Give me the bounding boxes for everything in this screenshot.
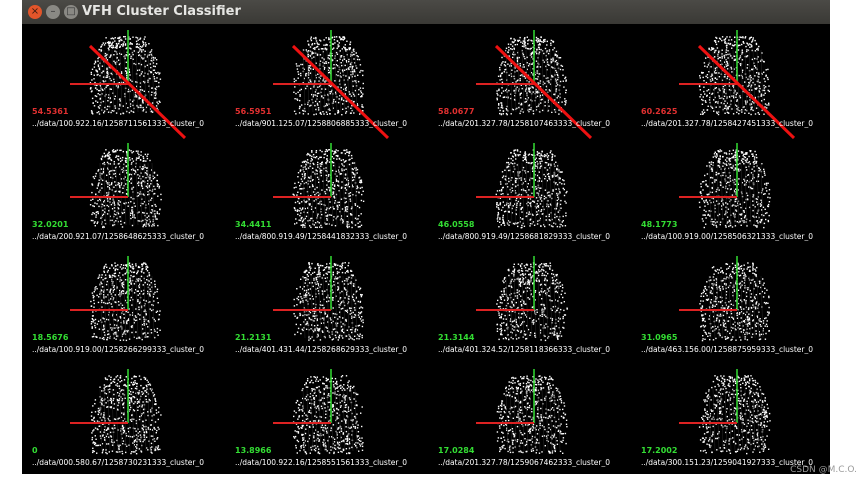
cluster-filename: ../data/401.324.52/1258118366333_cluster… — [438, 345, 610, 354]
cluster-cell: 31.0965 ../data/463.156.00/1258875959333_… — [639, 252, 830, 365]
cluster-cell: 17.0284 ../data/201.327.78/1259067462333_… — [436, 365, 636, 474]
cluster-filename: ../data/901.125.07/1258806885333_cluster… — [235, 119, 407, 128]
cluster-filename: ../data/201.327.78/1258427451333_cluster… — [641, 119, 813, 128]
cluster-score: 32.0201 — [32, 220, 69, 229]
cluster-filename: ../data/401.431.44/1258268629333_cluster… — [235, 345, 407, 354]
cluster-cell: 13.8966 ../data/100.922.16/1258551561333_… — [233, 365, 433, 474]
cluster-score: 13.8966 — [235, 446, 272, 455]
window-controls: × – □ — [28, 5, 78, 19]
cluster-cell: 46.0558 ../data/800.919.49/1258681829333_… — [436, 139, 636, 252]
cluster-score: 17.2002 — [641, 446, 678, 455]
cluster-filename: ../data/100.919.00/1258266299333_cluster… — [32, 345, 204, 354]
cluster-score: 60.2625 — [641, 107, 678, 116]
cluster-score: 17.0284 — [438, 446, 475, 455]
cluster-score: 0 — [32, 446, 38, 455]
watermark: CSDN @M.C.O. — [790, 465, 857, 475]
cluster-cell: 48.1773 ../data/100.919.00/1258506321333_… — [639, 139, 830, 252]
window-title: VFH Cluster Classifier — [82, 4, 241, 19]
cluster-filename: ../data/463.156.00/1258875959333_cluster… — [641, 345, 813, 354]
close-button[interactable]: × — [28, 5, 42, 19]
minimize-button[interactable]: – — [46, 5, 60, 19]
cluster-filename: ../data/800.919.49/1258441832333_cluster… — [235, 232, 407, 241]
cluster-filename: ../data/800.919.49/1258681829333_cluster… — [438, 232, 610, 241]
cluster-cell: 34.4411 ../data/800.919.49/1258441832333_… — [233, 139, 433, 252]
cluster-cell: 17.2002 ../data/300.151.23/1259041927333_… — [639, 365, 830, 474]
cluster-score: 54.5361 — [32, 107, 69, 116]
point-cloud — [90, 375, 162, 455]
cluster-score: 58.0677 — [438, 107, 475, 116]
cluster-filename: ../data/200.921.07/1258648625333_cluster… — [32, 232, 204, 241]
classifier-window: × – □ VFH Cluster Classifier 54.5361 ../d… — [22, 0, 830, 474]
cluster-cell: 32.0201 ../data/200.921.07/1258648625333_… — [30, 139, 230, 252]
cluster-cell: 58.0677 ../data/201.327.78/1258107463333_… — [436, 26, 636, 139]
cluster-cell: 0 ../data/000.580.67/1258730231333_cluste… — [30, 365, 230, 474]
cluster-cell: 21.3144 ../data/401.324.52/1258118366333_… — [436, 252, 636, 365]
point-cloud — [90, 262, 161, 342]
cluster-filename: ../data/100.919.00/1258506321333_cluster… — [641, 232, 813, 241]
cluster-score: 31.0965 — [641, 333, 678, 342]
point-cloud — [292, 149, 365, 229]
point-cloud — [699, 262, 770, 342]
cluster-score: 48.1773 — [641, 220, 678, 229]
maximize-button[interactable]: □ — [64, 5, 78, 19]
cluster-cell: 21.2131 ../data/401.431.44/1258268629333_… — [233, 252, 433, 365]
cluster-score: 34.4411 — [235, 220, 272, 229]
point-cloud — [293, 262, 364, 342]
point-cloud — [292, 375, 364, 455]
cluster-grid: 54.5361 ../data/100.922.16/1258711561333_… — [30, 24, 830, 474]
point-cloud — [89, 149, 162, 229]
point-cloud — [698, 375, 771, 455]
point-cloud — [698, 149, 771, 229]
point-cloud — [495, 149, 568, 229]
cluster-filename: ../data/100.922.16/1258711561333_cluster… — [32, 119, 204, 128]
cluster-score: 46.0558 — [438, 220, 475, 229]
cluster-score: 18.5676 — [32, 333, 69, 342]
cluster-filename: ../data/100.922.16/1258551561333_cluster… — [235, 458, 407, 467]
point-cloud — [496, 375, 568, 454]
cluster-score: 21.3144 — [438, 333, 475, 342]
cluster-cell: 56.5951 ../data/901.125.07/1258806885333_… — [233, 26, 433, 139]
cluster-score: 56.5951 — [235, 107, 272, 116]
cluster-cell: 54.5361 ../data/100.922.16/1258711561333_… — [30, 26, 230, 139]
title-bar: × – □ VFH Cluster Classifier — [22, 0, 830, 24]
cluster-filename: ../data/201.327.78/1259067462333_cluster… — [438, 458, 610, 467]
cluster-cell: 60.2625 ../data/201.327.78/1258427451333_… — [639, 26, 830, 139]
point-cloud — [496, 262, 568, 342]
cluster-score: 21.2131 — [235, 333, 272, 342]
cluster-filename: ../data/201.327.78/1258107463333_cluster… — [438, 119, 610, 128]
cluster-filename: ../data/000.580.67/1258730231333_cluster… — [32, 458, 204, 467]
cluster-cell: 18.5676 ../data/100.919.00/1258266299333_… — [30, 252, 230, 365]
